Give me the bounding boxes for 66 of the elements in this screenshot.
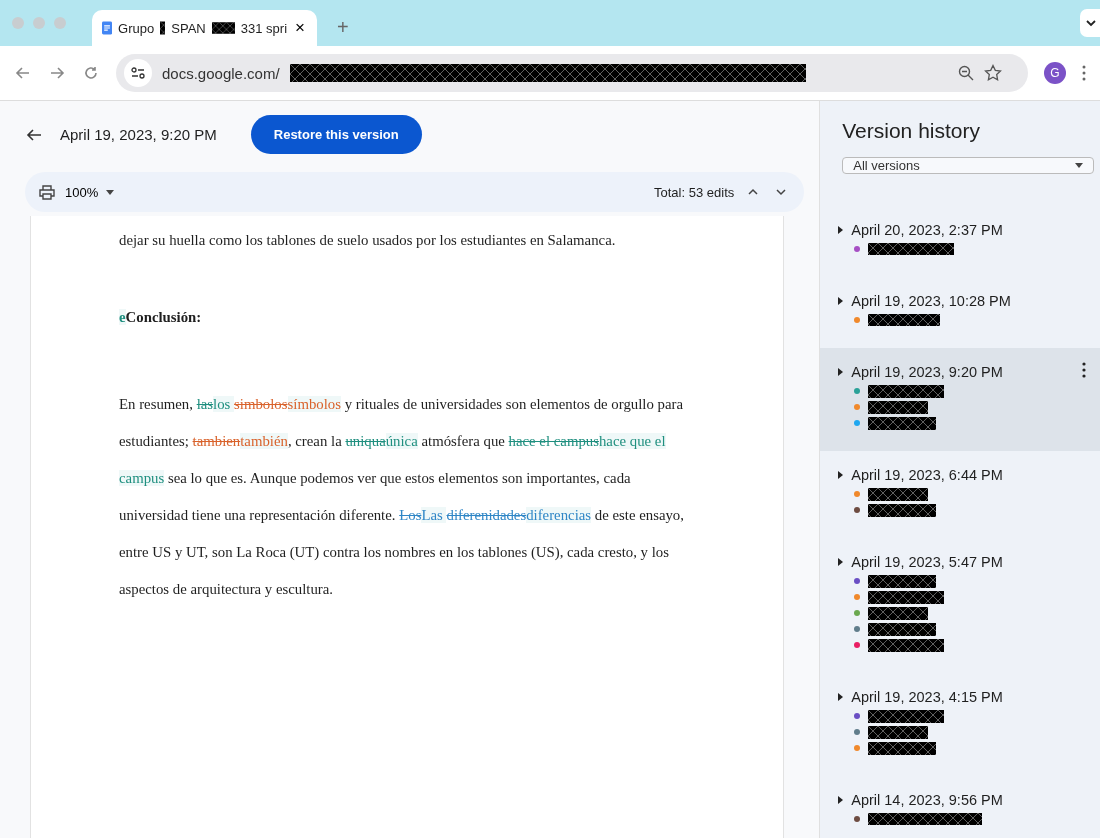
version-item[interactable]: April 19, 2023, 6:44 PM: [820, 451, 1100, 538]
redaction-mark: [868, 416, 937, 430]
chevron-up-icon: [748, 188, 759, 196]
expand-arrow-icon[interactable]: [838, 471, 844, 479]
paragraph: En resumen, laslos simbolossímbolos y rituales de universidades son elementos de orgullo para estudiantes; tambientambién, crean la uniquaúnica atmósfera que hace el campushace que el campus sea lo que es. Aunque podemos ver que estos elementos son importantes, cada universidad tiene una representación diferente. LosLas diferenidadesdiferencias de este ensayo, entre US y UT, son La Roca (UT) contra los nombres en los tablones (US), cada cresto, y los aspectos de arquitectura y escultura.: [119, 395, 685, 599]
back-arrow-icon[interactable]: [26, 126, 42, 143]
version-date: April 19, 2023, 6:44 PM: [851, 467, 1003, 483]
caret-icon: [1075, 163, 1083, 168]
docs-icon: [102, 19, 113, 37]
section-heading: eConclusión:: [119, 308, 203, 327]
redaction-mark: [868, 622, 937, 636]
profile-avatar[interactable]: G: [1044, 62, 1066, 84]
more-options-icon: [1082, 362, 1086, 378]
version-item[interactable]: April 19, 2023, 9:20 PM: [820, 348, 1100, 451]
paragraph: dejar su huella como los tablones de suelo usados por los estudiantes en Salamanca.: [119, 231, 617, 250]
panel-title: Version history: [841, 118, 981, 144]
zoom-dropdown[interactable]: 100%: [65, 184, 115, 200]
address-bar[interactable]: docs.google.com/: [116, 54, 1028, 92]
version-date: April 19, 2023, 4:15 PM: [851, 689, 1003, 705]
expand-arrow-icon[interactable]: [838, 558, 844, 566]
tab-menu-button[interactable]: [1080, 9, 1100, 37]
redaction-mark: [868, 725, 929, 739]
version-item[interactable]: April 20, 2023, 2:37 PM: [820, 206, 1100, 277]
redaction-mark: [868, 606, 929, 620]
tab-title: SPAN: [171, 20, 206, 36]
new-tab-button[interactable]: +: [331, 15, 355, 40]
browser-tab[interactable]: Grupo SPAN 331 spri ×: [92, 10, 317, 46]
expand-arrow-icon[interactable]: [838, 297, 844, 305]
version-date: April 19, 2023, 9:20 PM: [851, 364, 1003, 380]
version-date: April 14, 2023, 9:56 PM: [851, 792, 1003, 808]
expand-arrow-icon[interactable]: [838, 226, 844, 234]
caret-icon: [106, 189, 115, 195]
chevron-down-icon: [1086, 19, 1096, 27]
tab-title: 331 spri: [240, 20, 288, 36]
url-text: docs.google.com/: [162, 64, 280, 82]
redaction-mark: [868, 400, 929, 414]
redaction-mark: [868, 503, 937, 517]
reload-icon[interactable]: [82, 64, 100, 82]
version-date: April 20, 2023, 2:37 PM: [851, 222, 1003, 238]
version-item[interactable]: April 14, 2023, 9:56 PM: [820, 776, 1100, 838]
version-title: April 19, 2023, 9:20 PM: [60, 126, 217, 143]
expand-arrow-icon[interactable]: [838, 693, 844, 701]
restore-button[interactable]: Restore this version: [250, 115, 422, 154]
chevron-down-icon: [776, 188, 787, 196]
star-icon[interactable]: [984, 64, 1002, 82]
version-item[interactable]: April 19, 2023, 10:28 PM: [820, 277, 1100, 348]
tab-title: Grupo: [118, 20, 155, 36]
menu-icon[interactable]: [1082, 65, 1086, 81]
expand-arrow-icon[interactable]: [838, 368, 844, 376]
redaction-mark: [868, 574, 937, 588]
redaction-mark: [211, 20, 235, 36]
zoom-out-icon[interactable]: [958, 65, 974, 81]
print-icon[interactable]: [39, 184, 55, 200]
version-filter-dropdown[interactable]: All versions: [842, 157, 1094, 174]
redaction-mark: [868, 487, 929, 501]
version-item[interactable]: April 19, 2023, 4:15 PM: [820, 673, 1100, 776]
redaction-mark: [160, 19, 166, 37]
version-date: April 19, 2023, 5:47 PM: [851, 554, 1003, 570]
site-settings-icon[interactable]: [124, 59, 152, 87]
redaction-mark: [868, 741, 937, 755]
version-date: April 19, 2023, 10:28 PM: [851, 293, 1011, 309]
more-options-button[interactable]: [1080, 360, 1088, 380]
close-tab-button[interactable]: ×: [293, 18, 307, 38]
expand-arrow-icon[interactable]: [838, 796, 844, 804]
edit-count: Total: 53 edits: [654, 184, 735, 200]
version-item[interactable]: April 19, 2023, 5:47 PM: [820, 538, 1100, 673]
